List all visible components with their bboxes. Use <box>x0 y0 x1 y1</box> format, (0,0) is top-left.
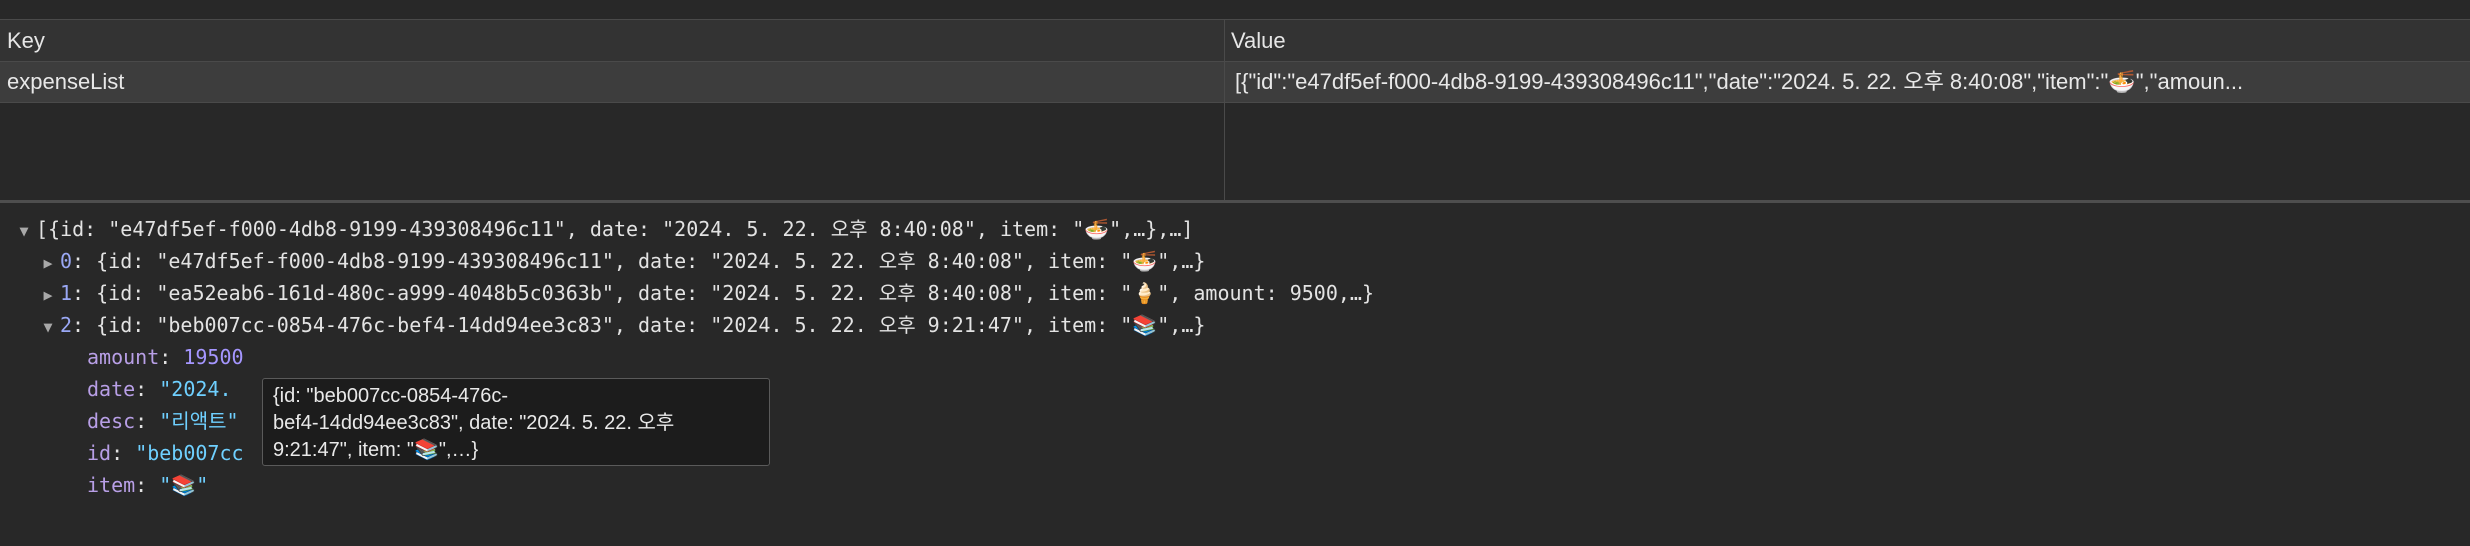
row-value-cell[interactable]: [{"id":"e47df5ef-f000-4db8-9199-43930849… <box>1225 62 2460 102</box>
property-name: desc <box>87 409 136 433</box>
property-row[interactable]: amount: 19500 <box>87 341 244 373</box>
storage-table-header: Key Value <box>0 20 2470 62</box>
property-colon: : <box>111 441 136 465</box>
property-row[interactable]: date: "2024. <box>87 373 232 405</box>
property-colon: : <box>159 345 184 369</box>
table-empty-area <box>0 103 2470 200</box>
item-summary: {id: "e47df5ef-f000-4db8-9199-439308496c… <box>96 249 1206 273</box>
column-divider[interactable] <box>1224 20 1225 200</box>
item-index: 0 <box>60 249 73 273</box>
property-colon: : <box>135 377 160 401</box>
item-summary: {id: "beb007cc-0854-476c-bef4-14dd94ee3c… <box>96 313 1206 337</box>
value-preview-pane: ▼ [{id: "e47df5ef-f000-4db8-9199-43930849… <box>0 203 2470 546</box>
tooltip-line: bef4-14dd94ee3c83", date: "2024. 5. 22. … <box>273 412 675 434</box>
property-row[interactable]: desc: "리액트" <box>87 405 239 437</box>
item-index: 2 <box>60 313 73 337</box>
tree-item-2[interactable]: ▼ 2: {id: "beb007cc-0854-476c-bef4-14dd94… <box>36 309 1205 341</box>
row-key-cell[interactable]: expenseList <box>0 62 1224 102</box>
property-name: id <box>87 441 112 465</box>
index-colon: : <box>72 281 97 305</box>
tree-item-0[interactable]: ▶ 0: {id: "e47df5ef-f000-4db8-9199-439308… <box>36 245 1205 277</box>
item-summary: {id: "ea52eab6-161d-480c-a999-4048b5c036… <box>96 281 1374 305</box>
index-colon: : <box>72 313 97 337</box>
tooltip-line: {id: "beb007cc-0854-476c- <box>273 385 509 407</box>
item-index: 1 <box>60 281 73 305</box>
property-value: 19500 <box>183 345 244 369</box>
property-colon: : <box>135 409 160 433</box>
property-row[interactable]: item: "📚" <box>87 469 208 501</box>
triangle-down-icon[interactable]: ▼ <box>12 215 36 247</box>
column-header-value[interactable]: Value <box>1224 20 2470 61</box>
triangle-right-icon[interactable]: ▶ <box>36 247 60 279</box>
property-name: date <box>87 377 136 401</box>
property-value: "beb007cc <box>135 441 244 465</box>
property-colon: : <box>135 473 160 497</box>
property-value: "리액트" <box>159 409 239 433</box>
table-row[interactable]: expenseList [{"id":"e47df5ef-f000-4db8-9… <box>0 62 2470 103</box>
tree-root[interactable]: ▼ [{id: "e47df5ef-f000-4db8-9199-43930849… <box>12 213 1193 245</box>
index-colon: : <box>72 249 97 273</box>
column-header-key[interactable]: Key <box>0 20 1224 61</box>
triangle-right-icon[interactable]: ▶ <box>36 279 60 311</box>
property-name: amount <box>87 345 160 369</box>
root-summary: [{id: "e47df5ef-f000-4db8-9199-439308496… <box>36 217 1194 241</box>
triangle-down-icon[interactable]: ▼ <box>36 311 60 343</box>
property-name: item <box>87 473 136 497</box>
toolbar-strip <box>0 0 2470 20</box>
tree-item-1[interactable]: ▶ 1: {id: "ea52eab6-161d-480c-a999-4048b5… <box>36 277 1374 309</box>
property-value: "📚" <box>159 473 209 497</box>
property-value: "2024. <box>159 377 232 401</box>
property-row[interactable]: id: "beb007cc <box>87 437 244 469</box>
value-tooltip: {id: "beb007cc-0854-476c- bef4-14dd94ee3… <box>262 378 770 466</box>
tooltip-line: 9:21:47", item: "📚",…} <box>273 439 479 461</box>
